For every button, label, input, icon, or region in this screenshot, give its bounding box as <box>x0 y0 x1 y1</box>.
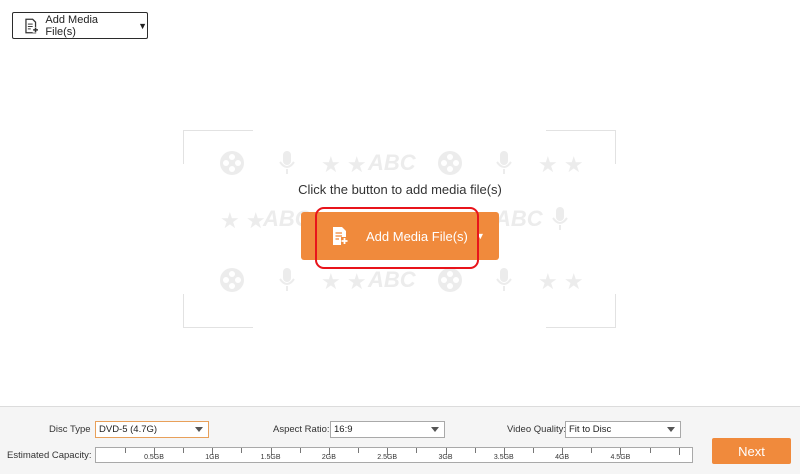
disc-type-select[interactable]: DVD-5 (4.7G) <box>95 421 209 438</box>
dropdown-arrow-icon <box>667 427 675 432</box>
microphone-icon <box>496 268 512 291</box>
capacity-bar: 0.5GB 1GB 1.5GB 2GB 2.5GB 3GB 3.5GB 4GB 4.5GB <box>95 447 693 463</box>
microphone-icon <box>496 151 512 174</box>
film-reel-icon <box>438 151 462 175</box>
stars-icon: ★ ★ <box>538 152 584 177</box>
video-quality-label: Video Quality: <box>507 424 566 435</box>
add-media-top-button[interactable]: Add Media File(s) ▼ <box>12 12 148 39</box>
aspect-ratio-value: 16:9 <box>334 424 353 435</box>
dropdown-arrow-icon <box>195 427 203 432</box>
pattern-text: ABC <box>495 206 543 231</box>
chevron-down-icon: ▼ <box>138 20 147 31</box>
add-media-hint: Click the button to add media file(s) <box>298 182 502 197</box>
add-media-main-label: Add Media File(s) <box>366 228 468 244</box>
capacity-tick <box>591 448 593 453</box>
capacity-tick <box>416 448 418 453</box>
film-reel-icon <box>438 268 462 292</box>
stars-icon: ★ ★ <box>220 208 266 233</box>
capacity-tick-label: 2GB <box>321 454 336 461</box>
add-media-top-label: Add Media File(s) <box>45 13 99 38</box>
video-quality-value: Fit to Disc <box>569 424 612 435</box>
capacity-tick <box>183 448 185 453</box>
video-quality-select[interactable]: Fit to Disc <box>565 421 681 438</box>
chevron-down-icon: ▼ <box>475 231 485 241</box>
microphone-icon <box>552 207 568 230</box>
capacity-tick-label: 4GB <box>555 454 570 461</box>
add-file-icon <box>25 18 39 33</box>
capacity-tick <box>474 448 476 453</box>
settings-panel <box>0 406 800 474</box>
stars-icon: ★ ★ <box>321 269 367 294</box>
capacity-tick <box>358 448 360 453</box>
capacity-tick-label: 1GB <box>205 454 220 461</box>
capacity-tick-label: 2.5GB <box>377 454 398 461</box>
disc-type-label: Disc Type <box>49 424 91 435</box>
capacity-tick <box>532 448 534 453</box>
capacity-tick-label: 0.5GB <box>144 454 164 461</box>
capacity-tick <box>299 448 301 453</box>
film-reel-icon <box>220 268 244 292</box>
film-reel-icon <box>220 151 244 175</box>
add-file-icon <box>333 227 348 245</box>
microphone-icon <box>279 151 295 174</box>
microphone-icon <box>279 268 295 291</box>
stars-icon: ★ ★ <box>321 152 367 177</box>
dropdown-arrow-icon <box>431 427 439 432</box>
aspect-ratio-select[interactable]: 16:9 <box>330 421 445 438</box>
capacity-tick <box>649 448 651 453</box>
capacity-tick-label: 1.5GB <box>260 454 281 461</box>
aspect-ratio-label: Aspect Ratio: <box>273 424 330 435</box>
disc-type-value: DVD-5 (4.7G) <box>99 424 158 435</box>
capacity-tick-label: 4.5GB <box>610 454 631 461</box>
capacity-tick-label: 3.5GB <box>493 454 514 461</box>
capacity-tick <box>241 448 243 453</box>
pattern-text: ABC <box>368 267 416 292</box>
capacity-tick-label: 3GB <box>438 454 453 461</box>
estimated-capacity-label: Estimated Capacity: <box>7 450 92 461</box>
pattern-text: ABC <box>368 150 416 175</box>
add-media-main-button[interactable]: Add Media File(s) ▼ <box>301 212 499 260</box>
capacity-tick <box>678 448 680 455</box>
stars-icon: ★ ★ <box>538 269 584 294</box>
capacity-tick <box>124 448 126 453</box>
next-button[interactable]: Next <box>712 438 791 464</box>
